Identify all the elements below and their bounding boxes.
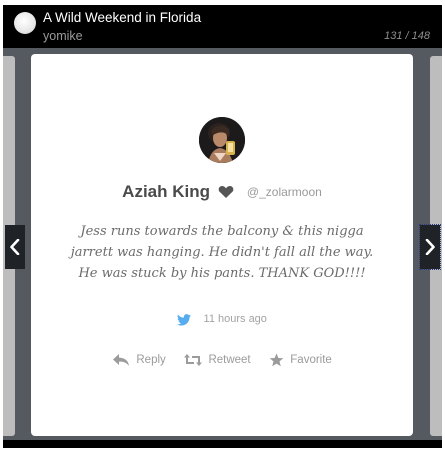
story-author[interactable]: yomike: [43, 28, 83, 44]
previous-slide-button[interactable]: [5, 225, 25, 269]
retweet-label: Retweet: [208, 353, 251, 366]
story-header: A Wild Weekend in Florida yomike 131 / 1…: [3, 5, 442, 48]
favorite-button[interactable]: Favorite: [269, 353, 332, 367]
tweet-author-name[interactable]: Aziah King: [122, 182, 210, 201]
reply-label: Reply: [136, 353, 166, 366]
author-avatar[interactable]: [14, 12, 36, 34]
tweet-card: Aziah King @_zolarmoon Jess runs towards…: [31, 54, 413, 436]
twitter-bird-icon[interactable]: [177, 313, 192, 326]
reply-button[interactable]: Reply: [112, 353, 166, 367]
favorite-label: Favorite: [290, 353, 332, 366]
profile-photo[interactable]: [199, 117, 245, 163]
heart-icon: [218, 185, 234, 199]
slide-stage: Aziah King @_zolarmoon Jess runs towards…: [3, 48, 442, 440]
story-title[interactable]: A Wild Weekend in Florida: [43, 10, 201, 26]
reply-arrow-icon: [113, 353, 130, 366]
star-icon: [269, 353, 284, 367]
chevron-right-icon: [425, 239, 435, 255]
slide-counter: 131 / 148: [384, 30, 430, 42]
tweet-author-row: Aziah King @_zolarmoon: [31, 182, 413, 202]
tweet-author-handle[interactable]: @_zolarmoon: [247, 185, 322, 199]
retweet-button[interactable]: Retweet: [184, 353, 251, 367]
tweet-timestamp[interactable]: 11 hours ago: [204, 313, 267, 325]
chevron-left-icon: [10, 239, 20, 255]
retweet-icon: [184, 353, 203, 366]
tweet-text: Jess runs towards the balcony & this nig…: [70, 224, 374, 281]
viewer-footer: [3, 440, 442, 448]
profile-photo-image: [199, 117, 245, 163]
story-viewer: A Wild Weekend in Florida yomike 131 / 1…: [3, 5, 442, 448]
tweet-actions: Reply Retweet Favorite: [31, 350, 413, 368]
next-slide-button[interactable]: [419, 224, 441, 270]
tweet-meta: 11 hours ago: [31, 310, 413, 328]
